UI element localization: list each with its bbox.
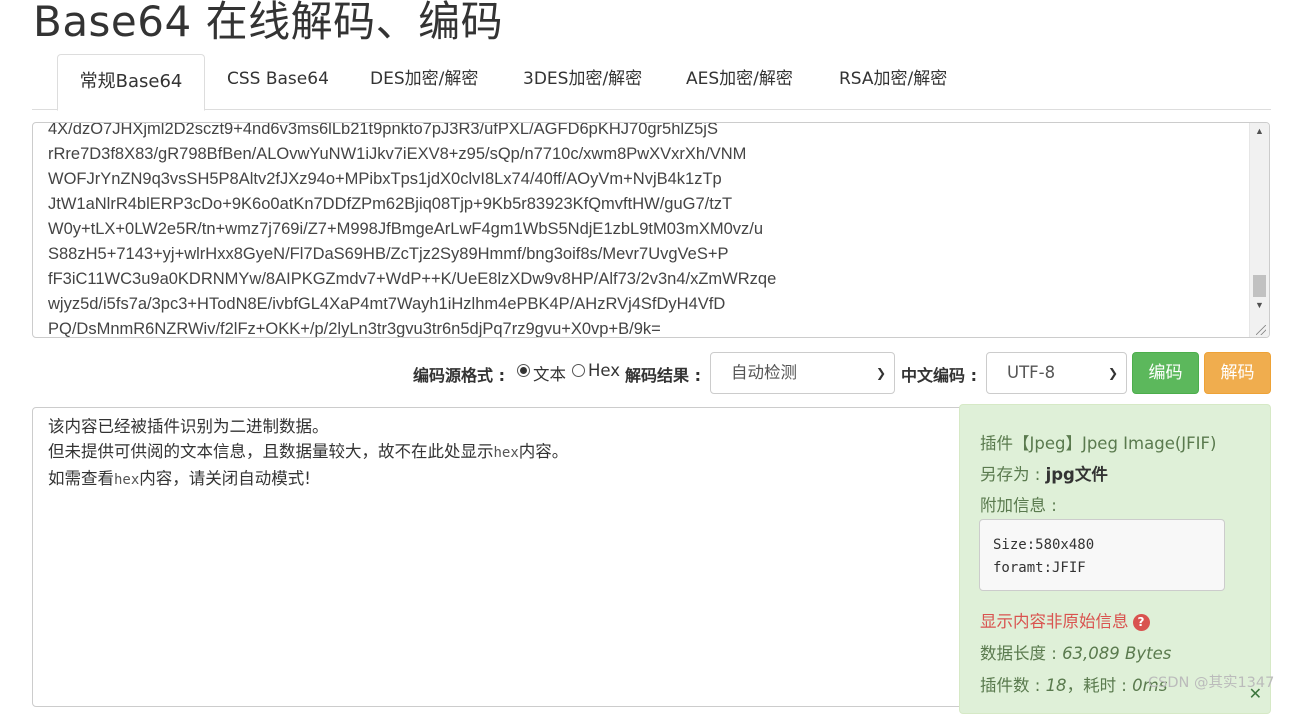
tab-base64[interactable]: 常规Base64 — [57, 54, 205, 111]
input-line: rRre7D3f8X83/gR798BfBen/ALOvwYuNW1iJkv7i… — [48, 145, 747, 163]
tab-bar: 常规Base64 CSS Base64 DES加密/解密 3DES加密/解密 A… — [32, 54, 1271, 111]
scroll-up-icon[interactable]: ▲ — [1250, 123, 1269, 139]
tab-label: AES加密/解密 — [686, 69, 793, 89]
output-text-segment: 如需查看 — [48, 469, 114, 488]
scroll-thumb[interactable] — [1253, 275, 1266, 297]
resize-grip-icon[interactable] — [1256, 325, 1266, 335]
decode-button[interactable]: 解码 — [1204, 352, 1271, 394]
scroll-down-icon[interactable]: ▼ — [1250, 297, 1269, 313]
warning-row: 显示内容非原始信息? — [980, 608, 1150, 632]
tab-label: RSA加密/解密 — [839, 69, 948, 89]
plugin-count-row: 插件数 : 18，耗时 : 0ms — [980, 672, 1167, 696]
tab-css-base64[interactable]: CSS Base64 — [227, 54, 329, 108]
input-line: wjyz5d/i5fs7a/3pc3+HTodN8E/ivbfGL4XaP4mt… — [48, 295, 726, 313]
output-line: 如需查看hex内容，请关闭自动模式! — [48, 466, 568, 493]
input-line: W0y+tLX+0LW2e5R/tn+wmz7j769i/Z7+M998JfBm… — [48, 220, 764, 238]
warning-text: 显示内容非原始信息 — [980, 612, 1129, 631]
page-title: Base64 在线解码、编码 — [33, 0, 504, 46]
base64-input[interactable]: 4X/dzO7JHXjml2D2sczt9+4nd6v3ms6lLb21t9pn… — [32, 122, 1270, 338]
output-line: 但未提供可供阅的文本信息，且数据量较大，故不在此处显示hex内容。 — [48, 439, 568, 466]
chevron-down-icon: ❯ — [1107, 366, 1118, 380]
watermark: CSDN @其实1347 — [1148, 675, 1275, 691]
input-line: WOFJrYnZN9q3vsSH5P8Altv2fJXz94o+MPibxTps… — [48, 170, 722, 188]
decode-result-label: 解码结果 : — [625, 366, 701, 385]
save-as-label: 另存为 : — [980, 465, 1046, 484]
tab-label: DES加密/解密 — [370, 69, 479, 89]
tab-rsa[interactable]: RSA加密/解密 — [839, 54, 947, 108]
tab-label: 3DES加密/解密 — [523, 69, 643, 89]
hex-word: hex — [493, 445, 519, 461]
data-length-value: 63,089 Bytes — [1062, 644, 1172, 663]
decode-result-value: 自动检测 — [731, 363, 797, 382]
decode-result-select[interactable]: 自动检测 ❯ — [710, 352, 895, 394]
output-text-segment: 内容，请关闭自动模式! — [139, 469, 311, 488]
chevron-down-icon: ❯ — [875, 366, 886, 380]
extra-info-line: foramt:JFIF — [993, 560, 1086, 576]
encode-button[interactable]: 编码 — [1132, 352, 1199, 394]
charset-label: 中文编码 : — [901, 366, 977, 385]
input-line: fF3iC11WC3u9a0KDRNMYw/8AIPKGZmdv7+WdP++K… — [48, 270, 777, 288]
output-text: 该内容已经被插件识别为二进制数据。 但未提供可供阅的文本信息，且数据量较大，故不… — [48, 414, 568, 493]
hex-word: hex — [114, 472, 140, 488]
help-icon[interactable]: ? — [1132, 614, 1150, 631]
extra-info-line: Size:580x480 — [993, 537, 1095, 553]
output-line: 该内容已经被插件识别为二进制数据。 — [48, 417, 329, 436]
input-line: PQ/DsMnmR6NZRWiv/f2lFz+OKK+/p/2lyLn3tr3g… — [48, 320, 661, 338]
input-text: 4X/dzO7JHXjml2D2sczt9+4nd6v3ms6lLb21t9pn… — [48, 122, 777, 338]
input-line: JtW1aNlrR4blERP3cDo+9K6o0atKn7DDfZPm62Bj… — [48, 195, 733, 213]
data-length-label: 数据长度 : — [980, 644, 1063, 663]
input-scrollbar[interactable]: ▲ ▼ — [1249, 123, 1269, 337]
output-text-segment: 内容。 — [518, 442, 569, 461]
radio-text-label: 文本 — [533, 365, 566, 384]
radio-hex-label: Hex — [588, 361, 621, 380]
tab-3des[interactable]: 3DES加密/解密 — [523, 54, 642, 108]
plugin-count-label: 插件数 : — [980, 676, 1046, 695]
plugin-name: 插件【Jpeg】Jpeg Image(JFIF) — [980, 434, 1217, 453]
extra-info-label: 附加信息 : — [980, 496, 1057, 515]
control-bar: 编码源格式 : 文本 Hex 解码结果 : 自动检测 ❯ 中文编码 : UTF-… — [0, 351, 1293, 396]
extra-info-box: Size:580x480 foramt:JFIF — [979, 519, 1225, 591]
tab-label: CSS Base64 — [227, 69, 329, 89]
data-length-row: 数据长度 : 63,089 Bytes — [980, 640, 1171, 664]
charset-select[interactable]: UTF-8 ❯ — [986, 352, 1127, 394]
tab-label: 常规Base64 — [79, 71, 183, 92]
plugin-info-panel: 插件【Jpeg】Jpeg Image(JFIF) 另存为 : jpg文件 附加信… — [959, 404, 1271, 714]
charset-value: UTF-8 — [1007, 363, 1056, 382]
output-text-segment: 但未提供可供阅的文本信息，且数据量较大，故不在此处显示 — [48, 442, 494, 461]
tab-aes[interactable]: AES加密/解密 — [686, 54, 793, 108]
radio-hex[interactable] — [572, 364, 585, 377]
input-line: 4X/dzO7JHXjml2D2sczt9+4nd6v3ms6lLb21t9pn… — [48, 122, 718, 138]
tab-des[interactable]: DES加密/解密 — [370, 54, 478, 108]
input-line: S88zH5+7143+yj+wlrHxx8GyeN/Fl7DaS69HB/Zc… — [48, 245, 729, 263]
time-label: ，耗时 : — [1066, 676, 1133, 695]
radio-text[interactable] — [517, 364, 530, 377]
plugin-count-value: 18 — [1045, 676, 1067, 695]
save-as-link[interactable]: jpg文件 — [1046, 465, 1108, 484]
save-as-row: 另存为 : jpg文件 — [980, 461, 1108, 485]
source-format-label: 编码源格式 : — [413, 366, 505, 385]
